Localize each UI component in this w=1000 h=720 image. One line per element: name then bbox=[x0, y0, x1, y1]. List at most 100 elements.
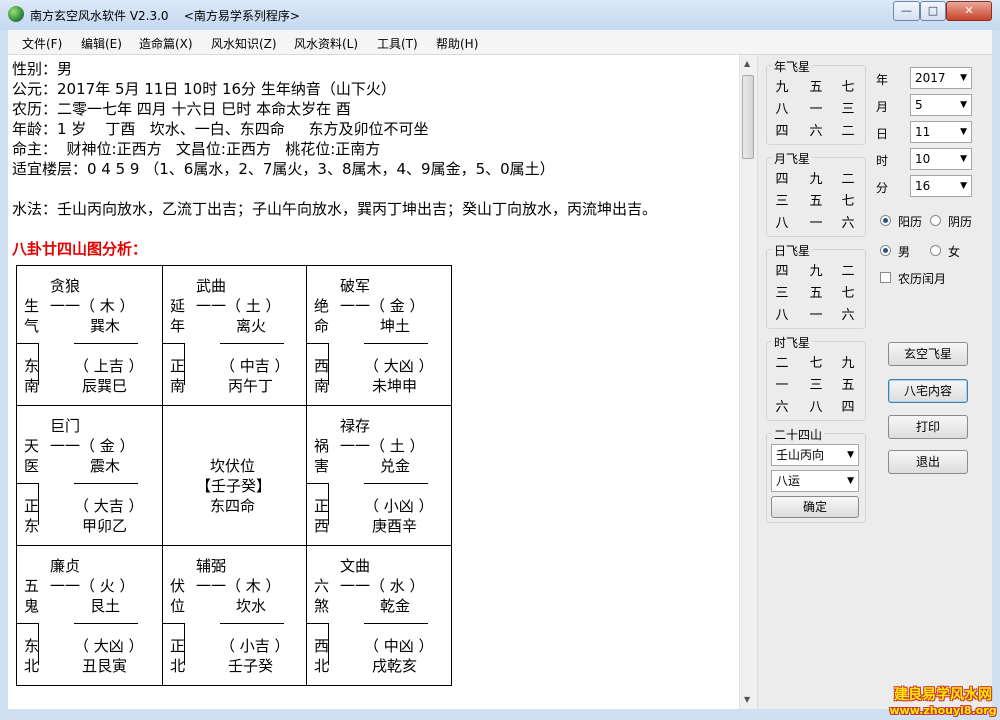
cell-gua: 乾金 bbox=[380, 597, 411, 615]
year-star-title: 年飞星 bbox=[772, 58, 813, 75]
female-radio[interactable] bbox=[930, 245, 941, 256]
cell-dir2: 北 bbox=[24, 657, 40, 675]
month-value: 5 bbox=[915, 98, 923, 112]
menu-help[interactable]: 帮助(H) bbox=[436, 35, 478, 52]
scroll-down-icon[interactable]: ▼ bbox=[744, 695, 750, 704]
vertical-scrollbar[interactable]: ▲ ▼ bbox=[739, 55, 757, 709]
menu-fengshui-knowledge[interactable]: 风水知识(Z) bbox=[211, 35, 277, 52]
watermark-url: www.zhouyi8.org bbox=[889, 704, 997, 717]
scroll-thumb[interactable] bbox=[742, 75, 754, 159]
star-cell: 三 bbox=[775, 194, 789, 209]
star-cell: 六 bbox=[841, 308, 855, 323]
minute-value: 16 bbox=[915, 179, 931, 193]
male-radio[interactable] bbox=[880, 245, 891, 256]
leap-month-label: 农历闰月 bbox=[898, 272, 947, 286]
leap-month-checkbox[interactable] bbox=[880, 272, 891, 283]
hour-select[interactable]: 10 ▼ bbox=[910, 148, 972, 170]
cell-dir2: 南 bbox=[24, 377, 40, 395]
cell-dir2: 南 bbox=[314, 377, 330, 395]
mountains-group: 二十四山 壬山丙向 ▼ 八运 ▼ 确定 bbox=[766, 426, 866, 523]
menu-file[interactable]: 文件(F) bbox=[22, 35, 62, 52]
minimize-button[interactable]: — bbox=[893, 1, 920, 21]
cell-side1: 绝 bbox=[314, 297, 330, 315]
cell-element: 一一（ 木 ） bbox=[50, 297, 135, 315]
lunar-radio[interactable] bbox=[930, 215, 941, 226]
mingzhu-line: 命主： 财神位:正西方 文昌位:正西方 桃花位:正南方 bbox=[12, 140, 381, 158]
day-select[interactable]: 11 ▼ bbox=[910, 121, 972, 143]
minute-select[interactable]: 16 ▼ bbox=[910, 175, 972, 197]
cell-luck: （ 小凶 ） bbox=[364, 497, 434, 515]
mountain-direction-select[interactable]: 壬山丙向 ▼ bbox=[771, 444, 859, 466]
cell-dir2: 东 bbox=[24, 517, 40, 535]
menu-edit[interactable]: 编辑(E) bbox=[81, 35, 122, 52]
month-select[interactable]: 5 ▼ bbox=[910, 94, 972, 116]
hour-label: 时 bbox=[876, 154, 889, 168]
grid-cell: 武曲 延 一一（ 土 ） 年 离火 正 （ 中吉 ） 南 丙午丁 bbox=[162, 265, 306, 405]
period-select[interactable]: 八运 ▼ bbox=[771, 470, 859, 492]
mountain-direction-value: 壬山丙向 bbox=[776, 448, 825, 462]
cell-luck: （ 小吉 ） bbox=[220, 637, 290, 655]
cell-luck: （ 大吉 ） bbox=[74, 497, 144, 515]
exit-button[interactable]: 退出 bbox=[888, 450, 968, 474]
print-button[interactable]: 打印 bbox=[888, 415, 968, 439]
cell-gua: 艮土 bbox=[90, 597, 121, 615]
grid-line bbox=[306, 343, 328, 344]
cell-mountains: 辰巽巳 bbox=[82, 377, 128, 395]
cell-mountains: 庚酉辛 bbox=[372, 517, 418, 535]
cell-luck: （ 大凶 ） bbox=[364, 357, 434, 375]
cell-side1: 祸 bbox=[314, 437, 330, 455]
grid-cell: 廉贞 五 一一（ 火 ） 鬼 艮土 东 （ 大凶 ） 北 丑艮寅 bbox=[16, 545, 162, 685]
menu-fengshui-materials[interactable]: 风水资料(L) bbox=[294, 35, 358, 52]
menu-zaoming[interactable]: 造命篇(X) bbox=[139, 35, 193, 52]
water-method-line: 水法：壬山丙向放水，乙流丁出吉；子山午向放水，巽丙丁坤出吉；癸山丁向放水，丙流坤… bbox=[12, 200, 658, 218]
cell-element: 一一（ 金 ） bbox=[340, 297, 425, 315]
cell-side2: 命 bbox=[314, 317, 330, 335]
xuankong-button[interactable]: 玄空飞星 bbox=[888, 342, 968, 366]
grid-line bbox=[16, 343, 38, 344]
star-cell: 三 bbox=[775, 286, 789, 301]
solar-radio[interactable] bbox=[880, 215, 891, 226]
cell-side1: 五 bbox=[24, 577, 40, 595]
confirm-button[interactable]: 确定 bbox=[771, 496, 859, 518]
cell-luck: （ 中吉 ） bbox=[220, 357, 290, 375]
star-cell: 九 bbox=[809, 264, 823, 279]
cell-element: 一一（ 火 ） bbox=[50, 577, 135, 595]
cell-star: 巨门 bbox=[50, 417, 81, 435]
cell-side2: 年 bbox=[170, 317, 186, 335]
day-star-group: 日飞星 四 九 二 三 五 七 八 一 六 bbox=[766, 242, 866, 329]
floor-line: 适宜楼层：0 4 5 9 （1、6属水，2、7属火，3、8属木，4、9属金，5、… bbox=[12, 160, 555, 178]
year-star-group: 年飞星 九 五 七 八 一 三 四 六 二 bbox=[766, 58, 866, 145]
bagua-grid: 贪狼 生 一一（ 木 ） 气 巽木 东 （ 上吉 ） 南 辰巽巳 武曲 延 一一… bbox=[16, 265, 452, 686]
maximize-button[interactable]: □ bbox=[920, 1, 946, 21]
month-star-title: 月飞星 bbox=[772, 150, 813, 167]
cell-mountains: 戌乾亥 bbox=[372, 657, 418, 675]
year-select[interactable]: 2017 ▼ bbox=[910, 67, 972, 89]
close-button[interactable]: ✕ bbox=[946, 1, 992, 21]
scroll-up-icon[interactable]: ▲ bbox=[744, 59, 750, 68]
cell-gua: 巽木 bbox=[90, 317, 121, 335]
site-watermark: 建良易学风水网 www.zhouyi8.org bbox=[886, 688, 1000, 720]
cell-star: 贪狼 bbox=[50, 277, 81, 295]
chevron-down-icon: ▼ bbox=[960, 127, 967, 137]
grid-cell: 文曲 六 一一（ 水 ） 煞 乾金 西 （ 中凶 ） 北 戌乾亥 bbox=[306, 545, 452, 685]
star-cell: 七 bbox=[841, 80, 855, 95]
grid-line bbox=[74, 343, 138, 344]
cell-side2: 鬼 bbox=[24, 597, 40, 615]
star-cell: 四 bbox=[775, 172, 789, 187]
cell-element: 一一（ 土 ） bbox=[196, 297, 281, 315]
hour-star-title: 时飞星 bbox=[772, 334, 813, 351]
cell-gua: 坎水 bbox=[236, 597, 267, 615]
star-cell: 三 bbox=[841, 102, 855, 117]
cell-dir1: 东 bbox=[24, 637, 40, 655]
center-life-group: 东四命 bbox=[210, 497, 256, 515]
result-text-area[interactable]: 性别：男 公元：2017年 5月 11日 10时 16分 生年纳音（山下火） 农… bbox=[8, 55, 739, 709]
cell-dir1: 西 bbox=[314, 637, 330, 655]
menu-tools[interactable]: 工具(T) bbox=[377, 35, 418, 52]
month-label: 月 bbox=[876, 100, 889, 114]
bazhai-button[interactable]: 八宅内容 bbox=[888, 379, 968, 403]
star-cell: 一 bbox=[809, 102, 823, 117]
star-cell: 八 bbox=[775, 102, 789, 117]
female-label: 女 bbox=[948, 245, 961, 259]
male-label: 男 bbox=[898, 245, 911, 259]
window-title: 南方玄空风水软件 V2.3.0 <南方易学系列程序> bbox=[30, 9, 300, 23]
